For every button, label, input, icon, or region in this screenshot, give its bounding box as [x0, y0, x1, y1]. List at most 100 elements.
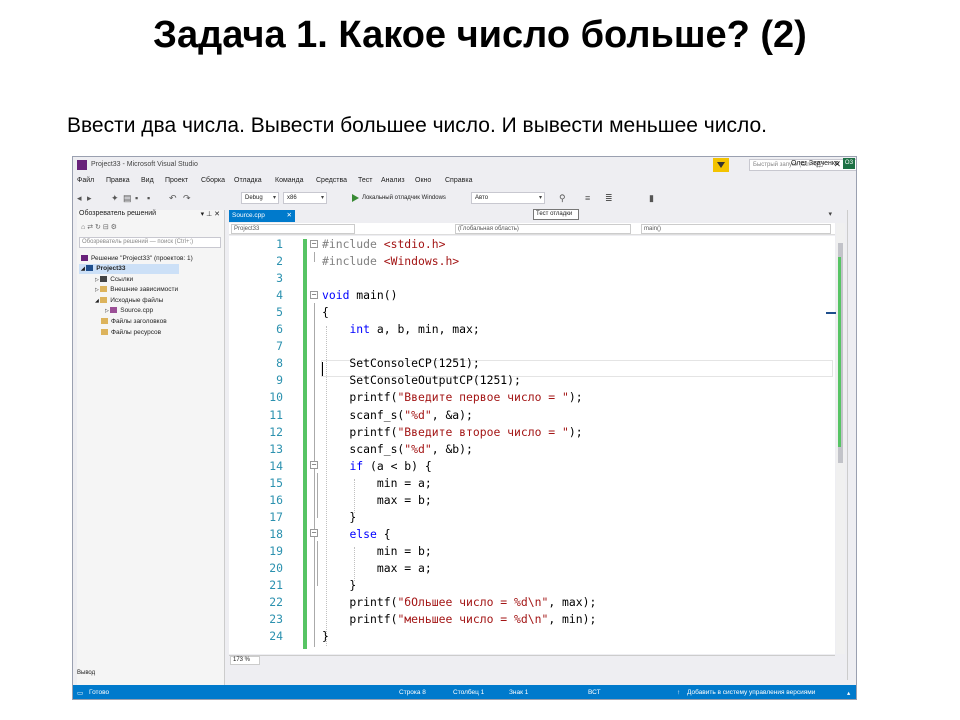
- tree-item[interactable]: ▷ Ссылки: [95, 275, 133, 285]
- tree-item[interactable]: ◢ Project33: [79, 264, 179, 274]
- menu-item[interactable]: Проект: [165, 177, 188, 184]
- code-line[interactable]: 15 min = a;: [229, 475, 835, 492]
- code-line[interactable]: 5{: [229, 304, 835, 321]
- code-line[interactable]: 19 min = b;: [229, 543, 835, 560]
- code-line[interactable]: 7: [229, 338, 835, 355]
- code-line[interactable]: 20 max = a;: [229, 560, 835, 577]
- code-line[interactable]: 13 scanf_s("%d", &b);: [229, 441, 835, 458]
- run-mode-select[interactable]: Авто ▾: [471, 192, 545, 204]
- code-line[interactable]: 8 SetConsoleCP(1251);: [229, 355, 835, 372]
- output-pane-title[interactable]: Вывод: [77, 670, 95, 676]
- code-line[interactable]: 1 #include <stdio.h>: [229, 236, 835, 253]
- properties-icon[interactable]: ⚙: [111, 224, 117, 231]
- configuration-select[interactable]: Debug ▾: [241, 192, 279, 204]
- find-icon[interactable]: ⚲: [559, 193, 566, 204]
- line-number: 10: [269, 390, 283, 405]
- line-number: 21: [269, 578, 283, 592]
- run-mode-value: Авто: [475, 195, 489, 201]
- user-avatar[interactable]: ОЗ: [843, 158, 855, 169]
- home-icon[interactable]: ⌂: [81, 224, 85, 231]
- menu-item[interactable]: Правка: [106, 177, 130, 184]
- code-line[interactable]: 18 else {: [229, 526, 835, 543]
- side-tool-windows[interactable]: [847, 210, 856, 680]
- source-control-button[interactable]: Добавить в систему управления версиями: [687, 689, 815, 696]
- tree-item[interactable]: Файлы заголовков: [101, 317, 167, 327]
- code-text: SetConsoleCP(1251);: [322, 355, 479, 372]
- new-project-icon[interactable]: ✦: [111, 193, 119, 204]
- notification-flag-icon[interactable]: [713, 158, 729, 172]
- code-text: scanf_s("%d", &a);: [322, 407, 473, 424]
- menu-item[interactable]: Средства: [316, 177, 347, 184]
- code-token: );: [568, 390, 583, 405]
- code-line[interactable]: 11 scanf_s("%d", &a);: [229, 407, 835, 424]
- sync-icon[interactable]: ⇄: [87, 224, 93, 231]
- user-name[interactable]: Олег Зваченко: [791, 160, 839, 167]
- pin-icon[interactable]: ▾ ⊥ ✕: [201, 210, 220, 218]
- code-line[interactable]: 12 printf("Введите второе число = ");: [229, 424, 835, 441]
- code-line[interactable]: 17 }: [229, 509, 835, 526]
- navigation-bar: Project33 (Глобальная область) main(): [229, 223, 835, 235]
- undo-icon[interactable]: ↶: [169, 193, 177, 204]
- code-token: , &a);: [431, 407, 473, 422]
- code-line[interactable]: 4 void main(): [229, 287, 835, 304]
- code-line[interactable]: 16 max = b;: [229, 492, 835, 509]
- tree-item[interactable]: ▷ Source.cpp: [105, 306, 153, 316]
- code-line[interactable]: 6 int a, b, min, max;: [229, 321, 835, 338]
- collapse-all-icon[interactable]: ⊟: [103, 224, 109, 231]
- save-all-icon[interactable]: ▪: [147, 193, 150, 203]
- folder-icon: [101, 329, 108, 336]
- solution-explorer-search-input[interactable]: Обозреватель решений — поиск (Ctrl+;): [79, 237, 221, 248]
- code-line[interactable]: 3: [229, 270, 835, 287]
- start-debugging-icon[interactable]: [352, 194, 359, 202]
- code-line[interactable]: 14 if (a < b) {: [229, 458, 835, 475]
- code-line[interactable]: 10 printf("Введите первое число = ");: [229, 389, 835, 406]
- code-text: min = a;: [322, 475, 432, 492]
- forward-icon[interactable]: ▸: [87, 193, 92, 204]
- menu-item[interactable]: Отладка: [234, 177, 262, 184]
- menu-item[interactable]: Анализ: [381, 177, 405, 184]
- code-line[interactable]: 2 #include <Windows.h>: [229, 253, 835, 270]
- tree-item[interactable]: Файлы ресурсов: [101, 328, 161, 338]
- line-number: 12: [269, 424, 283, 439]
- menu-item[interactable]: Справка: [445, 177, 472, 184]
- code-line[interactable]: 22 printf("бОльшее число = %d\n", max);: [229, 594, 835, 611]
- member-nav-select[interactable]: main(): [641, 224, 831, 234]
- back-icon[interactable]: ◂: [77, 193, 82, 204]
- line-number: 22: [269, 595, 283, 610]
- project-nav-select[interactable]: Project33: [231, 224, 355, 234]
- bookmark-icon[interactable]: ▮: [649, 193, 654, 204]
- menu-item[interactable]: Окно: [415, 177, 431, 184]
- code-line[interactable]: 21 }: [229, 577, 835, 594]
- code-token: "%d": [404, 407, 432, 422]
- open-file-icon[interactable]: ▤: [123, 193, 132, 204]
- menu-item[interactable]: Вид: [141, 177, 154, 184]
- tree-item[interactable]: Решение "Project33" (проектов: 1): [81, 254, 193, 264]
- menu-item[interactable]: Команда: [275, 177, 304, 184]
- save-icon[interactable]: ▪: [135, 193, 138, 203]
- redo-icon[interactable]: ↷: [183, 193, 191, 204]
- platform-select[interactable]: x86 ▾: [283, 192, 327, 204]
- format-icon[interactable]: ≡: [585, 193, 590, 203]
- menu-item[interactable]: Файл: [77, 177, 94, 184]
- refresh-icon[interactable]: ↻: [95, 224, 101, 231]
- code-token: scanf_s(: [322, 441, 405, 456]
- code-line[interactable]: 9 SetConsoleOutputCP(1251);: [229, 372, 835, 389]
- menu-item[interactable]: Сборка: [201, 177, 225, 184]
- notifications-icon[interactable]: ▴: [847, 689, 850, 697]
- scope-nav-select[interactable]: (Глобальная область): [455, 224, 631, 234]
- code-line[interactable]: 23 printf("меньшее число = %d\n", min);: [229, 611, 835, 628]
- start-debugging-button[interactable]: Локальный отладчик Windows: [362, 195, 446, 201]
- tree-item[interactable]: ◢ Исходные файлы: [95, 296, 163, 306]
- tree-item[interactable]: ▷ Внешние зависимости: [95, 285, 178, 295]
- comment-icon[interactable]: ≣: [605, 193, 613, 204]
- code-editor[interactable]: − − − − 1 #include <stdio.h> 2 #include <Wi…: [229, 236, 835, 654]
- code-line[interactable]: 24}: [229, 628, 835, 645]
- close-tab-icon[interactable]: ✕: [287, 210, 292, 221]
- tree-item-label: Внешние зависимости: [110, 286, 179, 293]
- tab-list-chevron-icon[interactable]: ▾: [828, 210, 832, 218]
- zoom-select[interactable]: 173 %: [230, 656, 260, 665]
- tab-source-cpp[interactable]: Source.cpp ✕: [229, 210, 295, 222]
- status-insert-mode: ВСТ: [588, 689, 601, 696]
- menu-item[interactable]: Тест: [358, 177, 372, 184]
- menu-bar: Файл Правка Вид Проект Сборка Отладка Команда С…: [73, 174, 856, 188]
